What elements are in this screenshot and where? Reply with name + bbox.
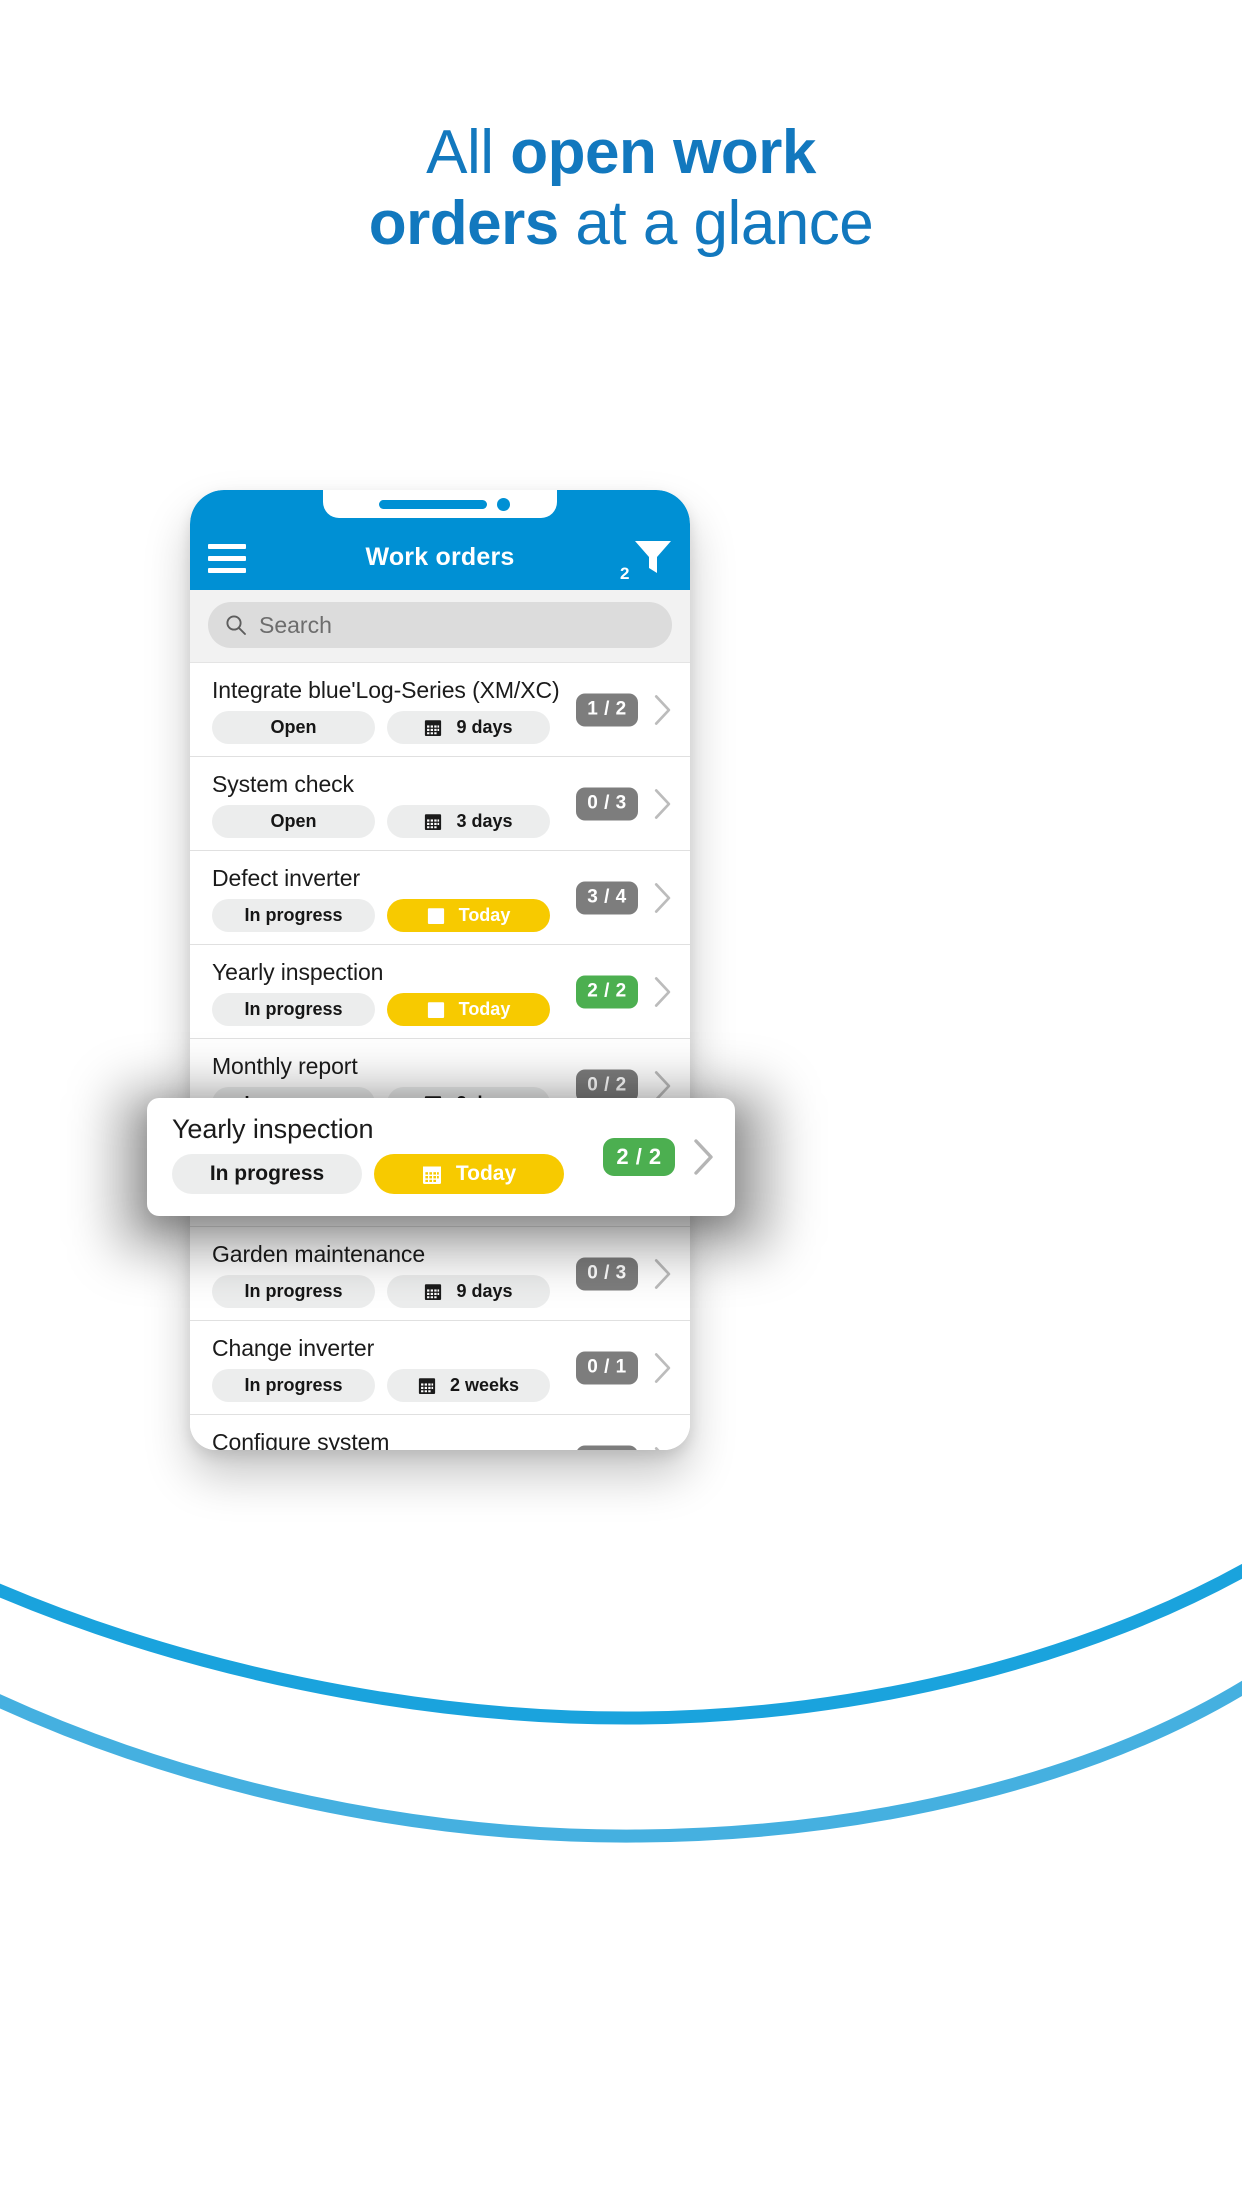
due-chip[interactable]: 9 days [387,711,550,744]
due-chip[interactable]: Today [387,899,550,932]
speaker-icon [379,500,487,509]
progress-count-badge: 2 / 2 [576,975,638,1008]
work-order-row[interactable]: System check Open 3 days 0 / 3 [190,757,690,851]
chevron-right-icon[interactable] [652,787,674,821]
due-label: 3 days [456,811,513,831]
highlight-due-chip[interactable]: Today [374,1154,564,1194]
app-bar: Work orders 2 [190,490,690,590]
status-chip[interactable]: In progress [212,1369,375,1402]
phone-mockup: Work orders 2 Search Integrate blue'Log-… [190,490,690,1450]
due-chip[interactable]: Today [387,993,550,1026]
due-label: Today [458,905,511,925]
status-chip[interactable]: In progress [212,899,375,932]
calendar-icon [418,1376,436,1395]
status-chip[interactable]: Open [212,711,375,744]
status-chip[interactable]: In progress [212,1275,375,1308]
work-order-row[interactable]: Integrate blue'Log-Series (XM/XC) Open 9 d… [190,663,690,757]
search-input[interactable]: Search [208,602,672,648]
highlight-count-badge: 2 / 2 [603,1138,675,1176]
calendar-icon [427,906,445,925]
progress-count-badge: 0 / 3 [576,1257,638,1290]
due-label: 2 weeks [449,1375,520,1395]
app-bar-title: Work orders [365,543,515,571]
work-order-row[interactable]: Change inverter In progress 2 weeks 0 / 1 [190,1321,690,1415]
chevron-right-icon[interactable] [652,1445,674,1450]
headline-line-1: All open work [0,118,1242,189]
calendar-icon [427,1000,445,1019]
search-bar-container: Search [190,590,690,663]
due-chip[interactable]: 2 weeks [387,1369,550,1402]
page-title: All open work orders at a glance [0,118,1242,259]
highlight-status-chip[interactable]: In progress [172,1154,362,1194]
progress-count-badge: 0 / 3 [576,787,638,820]
due-label: 9 days [456,1281,513,1301]
calendar-icon [424,812,442,831]
filter-icon [635,541,671,573]
chevron-right-icon[interactable] [652,975,674,1009]
chevron-right-icon[interactable] [652,1257,674,1291]
phone-notch [323,490,557,518]
chevron-right-icon[interactable] [652,881,674,915]
due-label: Today [458,999,511,1019]
due-chip[interactable]: 9 days [387,1275,550,1308]
progress-count-badge: 1 / 2 [576,693,638,726]
filter-count-badge: 2 [620,564,630,583]
chevron-right-icon[interactable] [652,693,674,727]
search-placeholder: Search [259,611,332,638]
progress-count-badge: 3 / 4 [576,881,638,914]
headline-line-2: orders at a glance [0,189,1242,260]
camera-icon [497,498,510,511]
search-icon [226,615,246,635]
due-chip[interactable]: 3 days [387,805,550,838]
highlighted-work-order-card[interactable]: Yearly inspection In progress Today 2 / … [147,1098,735,1216]
highlight-due-label: Today [455,1162,517,1185]
headline-bold-1: open work [510,118,816,187]
work-order-row[interactable]: Defect inverter In progress Today 3 / 4 [190,851,690,945]
work-order-list[interactable]: Integrate blue'Log-Series (XM/XC) Open 9 d… [190,663,690,1450]
chevron-right-icon[interactable] [652,1351,674,1385]
headline-light-2: at a glance [575,188,874,258]
status-chip[interactable]: In progress [212,993,375,1026]
progress-count-badge: 1 / 2 [576,1445,638,1450]
status-chip[interactable]: Open [212,805,375,838]
work-order-row[interactable]: Configure systemIn progressOverdue1 / 2 [190,1415,690,1450]
headline-light-1: All [426,118,511,187]
promo-screenshot: All open work orders at a glance Work or… [0,0,1242,2208]
chevron-right-icon[interactable] [691,1137,717,1177]
calendar-icon [422,1164,442,1185]
headline-bold-2: orders [368,188,576,258]
filter-button[interactable]: 2 [616,538,678,583]
calendar-icon [424,718,442,737]
calendar-icon [424,1282,442,1301]
due-label: 9 days [456,717,513,737]
work-order-row[interactable]: Yearly inspection In progress Today 2 / 2 [190,945,690,1039]
progress-count-badge: 0 / 1 [576,1351,638,1384]
